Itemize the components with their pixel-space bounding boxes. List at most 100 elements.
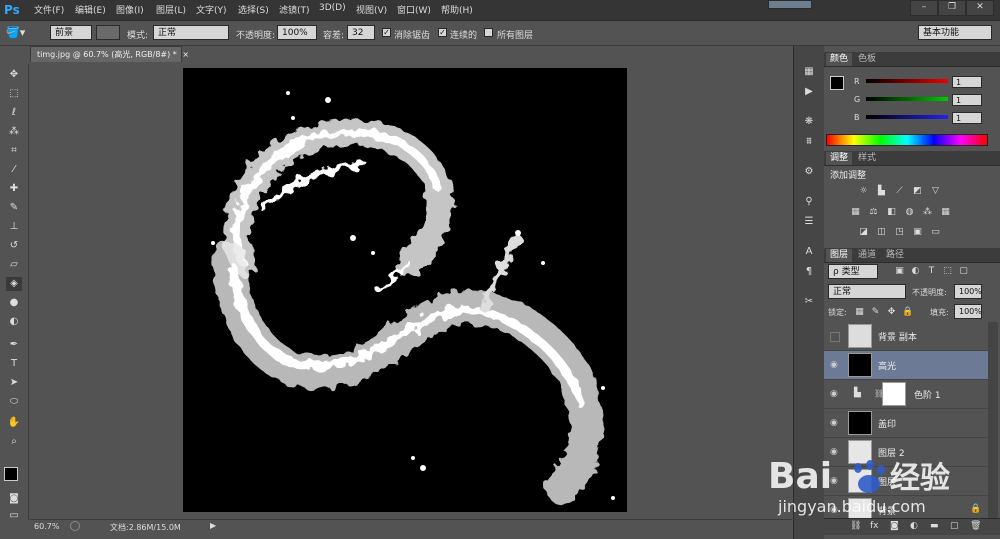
layer-row-stamp[interactable]: ◉ 盖印	[824, 409, 988, 438]
history-brush-tool-icon[interactable]: ↺	[6, 239, 22, 253]
exposure-icon[interactable]: ◩	[912, 186, 923, 196]
levels-icon[interactable]: ▙	[876, 186, 887, 196]
status-menu-arrow-icon[interactable]: ▶	[210, 521, 216, 530]
foreground-color-swatch[interactable]	[4, 467, 18, 481]
menu-image[interactable]: 图像(I)	[116, 3, 144, 16]
add-mask-icon[interactable]: ◙	[890, 521, 899, 531]
document-tab[interactable]: timg.jpg @ 60.7% (高光, RGB/8#) * ×	[30, 46, 189, 62]
eye-icon[interactable]: ◉	[830, 389, 840, 399]
layer-opacity-input[interactable]: 100%	[954, 284, 982, 299]
minimize-button[interactable]: –	[910, 0, 938, 16]
actions-panel-icon[interactable]: ▶	[802, 86, 816, 98]
lasso-tool-icon[interactable]: ℓ	[6, 106, 22, 120]
new-adjustment-icon[interactable]: ◐	[910, 521, 918, 531]
paragraph-panel-icon[interactable]: ¶	[802, 266, 816, 278]
layer-row-levels[interactable]: ◉ ▙ ⛓ 色阶 1	[824, 380, 988, 409]
new-layer-icon[interactable]: ▢	[950, 521, 959, 531]
magic-wand-tool-icon[interactable]: ⁂	[6, 125, 22, 139]
path-selection-tool-icon[interactable]: ➤	[6, 376, 22, 390]
menu-edit[interactable]: 编辑(E)	[75, 3, 106, 16]
shape-tool-icon[interactable]: ⬭	[6, 395, 22, 409]
menu-filter[interactable]: 滤镜(T)	[279, 3, 310, 16]
marquee-tool-icon[interactable]: ⬚	[6, 87, 22, 101]
all-layers-checkbox[interactable]	[484, 28, 493, 37]
lock-all-icon[interactable]: 🔒	[902, 307, 913, 317]
pattern-picker[interactable]	[96, 25, 120, 40]
layer-mask-thumbnail[interactable]	[882, 382, 906, 406]
menu-type[interactable]: 文字(Y)	[196, 3, 227, 16]
contiguous-checkbox[interactable]: ✓	[438, 28, 447, 37]
new-group-icon[interactable]: ▬	[930, 521, 939, 531]
fx-icon[interactable]: fx	[870, 521, 879, 531]
clone-source-icon[interactable]: ⚙	[802, 166, 816, 178]
mini-bridge-icon[interactable]	[768, 0, 812, 9]
brightness-icon[interactable]: ☼	[858, 186, 869, 196]
lock-position-icon[interactable]: ✥	[886, 307, 897, 317]
layer-row-background-copy[interactable]: 背景 副本	[824, 322, 988, 351]
visibility-toggle-off[interactable]	[830, 332, 840, 342]
color-spectrum-bar[interactable]	[826, 134, 988, 146]
close-window-button[interactable]: ✕	[966, 0, 994, 16]
zoom-level[interactable]: 60.7%	[34, 522, 59, 531]
hand-tool-icon[interactable]: ✋	[6, 416, 22, 430]
dodge-tool-icon[interactable]: ◐	[6, 315, 22, 329]
tab-channels[interactable]: 通道	[854, 249, 880, 262]
clone-stamp-tool-icon[interactable]: ⊥	[6, 220, 22, 234]
menu-view[interactable]: 视图(V)	[356, 3, 387, 16]
tolerance-input[interactable]: 32	[347, 25, 375, 40]
zoom-tool-icon[interactable]: ⌕	[6, 435, 22, 449]
type-tool-icon[interactable]: T	[6, 357, 22, 371]
filter-type-icon[interactable]: T	[926, 266, 937, 276]
trash-icon[interactable]: 🗑	[970, 521, 981, 531]
eye-icon[interactable]: ◉	[830, 360, 840, 370]
tab-styles[interactable]: 样式	[854, 152, 880, 165]
fill-source-select[interactable]: 前景	[50, 25, 92, 40]
channel-r-slider[interactable]	[866, 79, 948, 83]
invert-icon[interactable]: ◪	[858, 227, 869, 237]
tab-paths[interactable]: 路径	[882, 249, 908, 262]
menu-window[interactable]: 窗口(W)	[397, 3, 431, 16]
status-options-icon[interactable]	[70, 521, 80, 531]
vibrance-icon[interactable]: ▽	[930, 186, 941, 196]
blur-tool-icon[interactable]: ●	[6, 296, 22, 310]
brush-tool-icon[interactable]: ✎	[6, 201, 22, 215]
layer-filter-select[interactable]: ρ 类型	[828, 264, 878, 279]
document-canvas[interactable]	[183, 68, 627, 512]
channel-r-input[interactable]: 1	[952, 76, 982, 88]
photo-filter-icon[interactable]: ◍	[904, 207, 915, 217]
eraser-tool-icon[interactable]: ▱	[6, 258, 22, 272]
channel-g-slider[interactable]	[866, 97, 948, 101]
eyedropper-tool-icon[interactable]: ⁄	[6, 163, 22, 177]
maximize-button[interactable]: ❐	[938, 0, 966, 16]
paint-bucket-tool-preset-icon[interactable]: 🪣▾	[6, 26, 30, 40]
black-white-icon[interactable]: ◧	[886, 207, 897, 217]
blend-mode-select[interactable]: 正常	[828, 284, 906, 299]
move-tool-icon[interactable]: ✥	[6, 68, 22, 82]
lock-transparent-icon[interactable]: ▦	[854, 307, 865, 317]
antialias-checkbox[interactable]: ✓	[382, 28, 391, 37]
filter-adjustment-icon[interactable]: ◐	[910, 266, 921, 276]
properties-icon[interactable]: ☰	[802, 216, 816, 228]
mode-select[interactable]: 正常	[153, 25, 229, 40]
filter-shape-icon[interactable]: ⬚	[942, 266, 953, 276]
threshold-icon[interactable]: ◳	[894, 227, 905, 237]
link-layers-icon[interactable]: ⛓	[850, 521, 861, 531]
filter-pixel-icon[interactable]: ▣	[894, 266, 905, 276]
opacity-input[interactable]: 100%	[277, 25, 317, 40]
tab-swatches[interactable]: 色板	[854, 53, 880, 66]
layer-row-highlight[interactable]: ◉ 高光	[824, 351, 988, 380]
tools-options-icon[interactable]: ✂	[802, 296, 816, 308]
brush-presets-icon[interactable]: ⩩	[802, 136, 816, 148]
channel-b-input[interactable]: 1	[952, 112, 982, 124]
character-panel-icon[interactable]: A	[802, 246, 816, 258]
menu-help[interactable]: 帮助(H)	[441, 3, 473, 16]
color-lookup-icon[interactable]: ▦	[940, 207, 951, 217]
paint-bucket-tool-icon[interactable]: ◈	[6, 277, 22, 291]
menu-3d[interactable]: 3D(D)	[319, 3, 346, 13]
close-document-icon[interactable]: ×	[182, 50, 189, 59]
history-panel-icon[interactable]: ▦	[802, 66, 816, 78]
crop-tool-icon[interactable]: ⌗	[6, 144, 22, 158]
curves-icon[interactable]: ⟋	[894, 186, 905, 196]
menu-file[interactable]: 文件(F)	[34, 3, 64, 16]
tab-color[interactable]: 颜色	[826, 53, 853, 66]
